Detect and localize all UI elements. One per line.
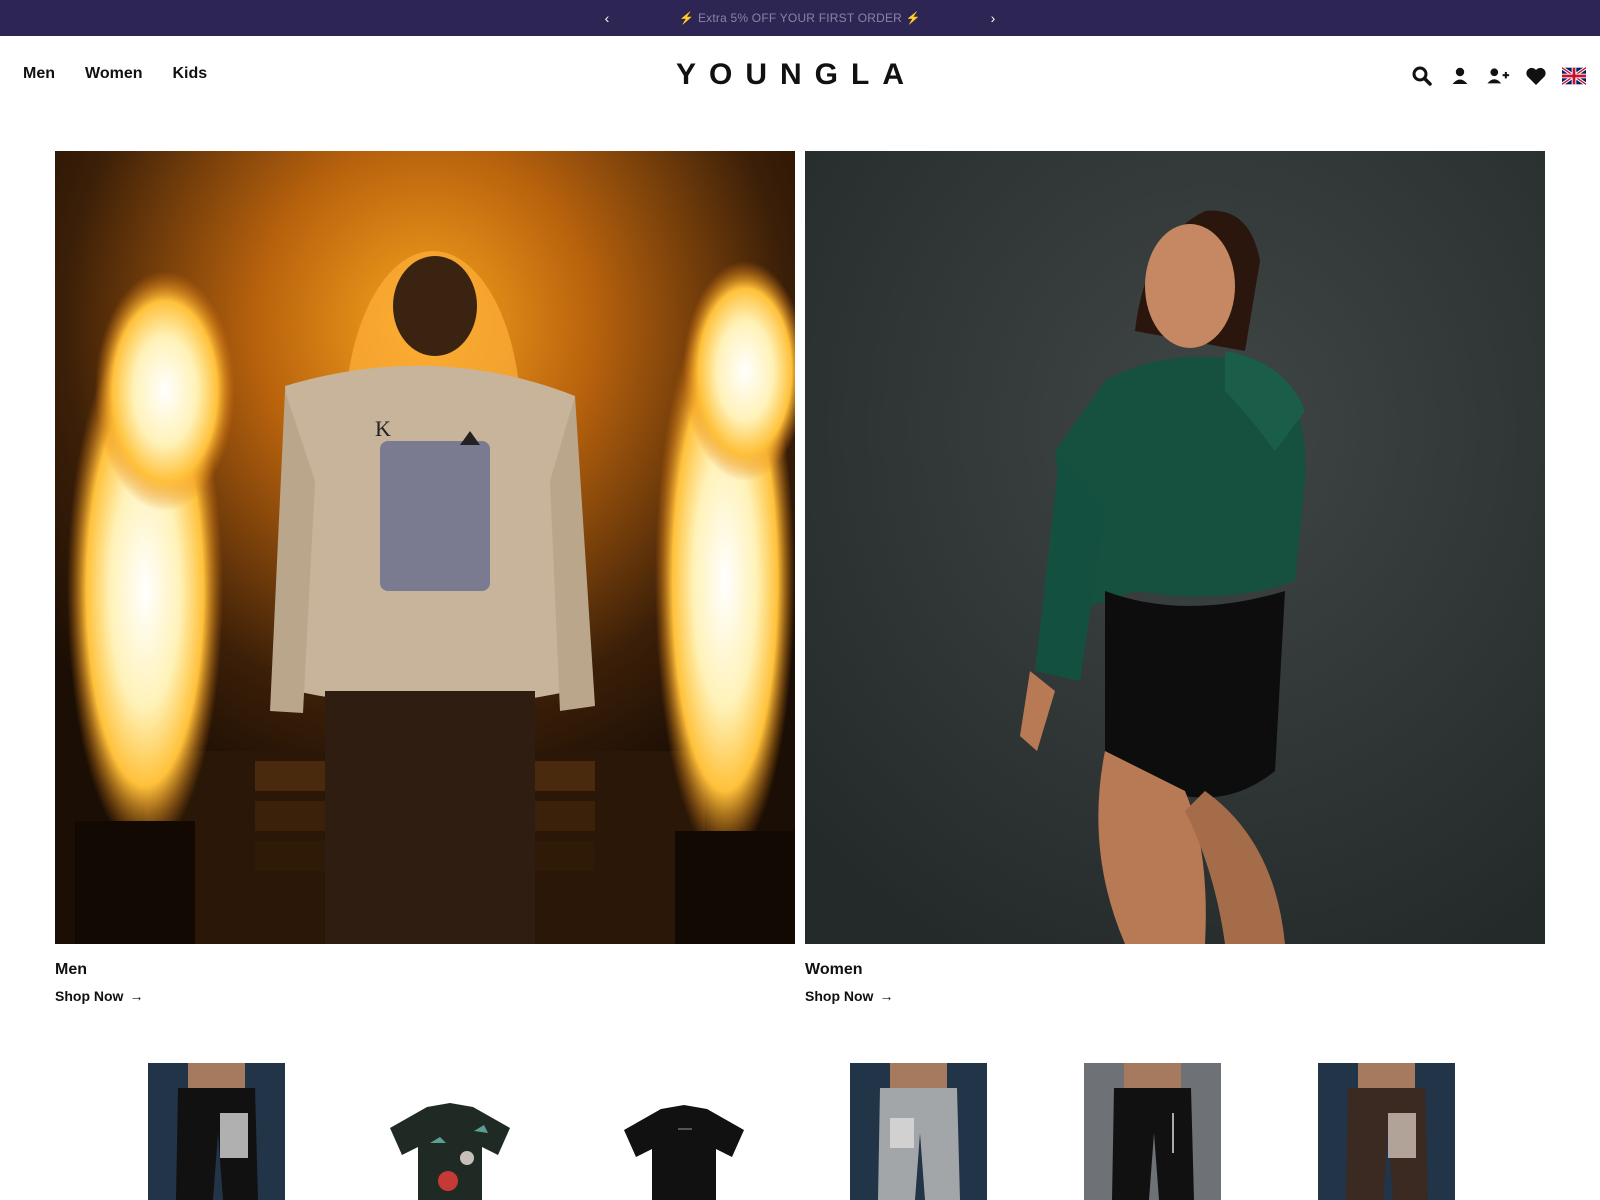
- product-image-black-tee-plain[interactable]: [616, 1063, 753, 1200]
- announcement-next-arrow[interactable]: ›: [978, 0, 1008, 36]
- product-card-5[interactable]: [1084, 1063, 1221, 1200]
- men-hero-image[interactable]: K: [55, 151, 795, 944]
- shop-now-men-label: Shop Now: [55, 988, 124, 1004]
- product-image-brown-joggers[interactable]: [1318, 1063, 1455, 1200]
- product-card-1[interactable]: [148, 1063, 285, 1200]
- announcement-prev-arrow[interactable]: ‹: [592, 0, 622, 36]
- tile-title-women[interactable]: Women: [805, 961, 1545, 979]
- arrow-right-icon: →: [879, 988, 894, 1004]
- shop-now-men-link[interactable]: Shop Now →: [55, 988, 143, 1004]
- main-nav: Men Women Kids: [23, 65, 207, 83]
- shop-now-women-link[interactable]: Shop Now →: [805, 988, 893, 1004]
- svg-text:K: K: [375, 416, 391, 441]
- tile-title-men[interactable]: Men: [55, 961, 795, 979]
- category-tile-women[interactable]: Women Shop Now →: [805, 151, 1545, 1006]
- announcement-bar: ‹ ⚡ Extra 5% OFF YOUR FIRST ORDER ⚡ ›: [0, 0, 1600, 36]
- header-icons: [1410, 64, 1586, 88]
- register-icon[interactable]: [1486, 64, 1510, 88]
- arrow-right-icon: →: [129, 988, 144, 1004]
- shop-now-women-label: Shop Now: [805, 988, 874, 1004]
- product-strip: [55, 1063, 1545, 1200]
- nav-men[interactable]: Men: [23, 65, 55, 83]
- site-header: Men Women Kids YOUNGLA: [0, 36, 1600, 114]
- product-card-6[interactable]: [1318, 1063, 1455, 1200]
- product-image-black-joggers-vertical[interactable]: [1084, 1063, 1221, 1200]
- wishlist-icon[interactable]: [1524, 64, 1548, 88]
- product-card-2[interactable]: [382, 1063, 519, 1200]
- product-card-4[interactable]: [850, 1063, 987, 1200]
- uk-flag-icon[interactable]: [1562, 64, 1586, 88]
- brand-logo[interactable]: YOUNGLA: [676, 58, 926, 94]
- account-icon[interactable]: [1448, 64, 1472, 88]
- nav-kids[interactable]: Kids: [172, 65, 207, 83]
- product-image-grey-joggers[interactable]: [850, 1063, 987, 1200]
- product-card-3[interactable]: [616, 1063, 753, 1200]
- announcement-message[interactable]: ⚡ Extra 5% OFF YOUR FIRST ORDER ⚡: [679, 11, 920, 25]
- category-tiles: K Men Shop Now → Women Shop Now →: [55, 151, 1545, 1011]
- product-image-black-joggers[interactable]: [148, 1063, 285, 1200]
- nav-women[interactable]: Women: [85, 65, 142, 83]
- product-image-black-tee-floral[interactable]: [382, 1063, 519, 1200]
- search-icon[interactable]: [1410, 64, 1434, 88]
- women-hero-image[interactable]: [805, 151, 1545, 944]
- category-tile-men[interactable]: K Men Shop Now →: [55, 151, 795, 1006]
